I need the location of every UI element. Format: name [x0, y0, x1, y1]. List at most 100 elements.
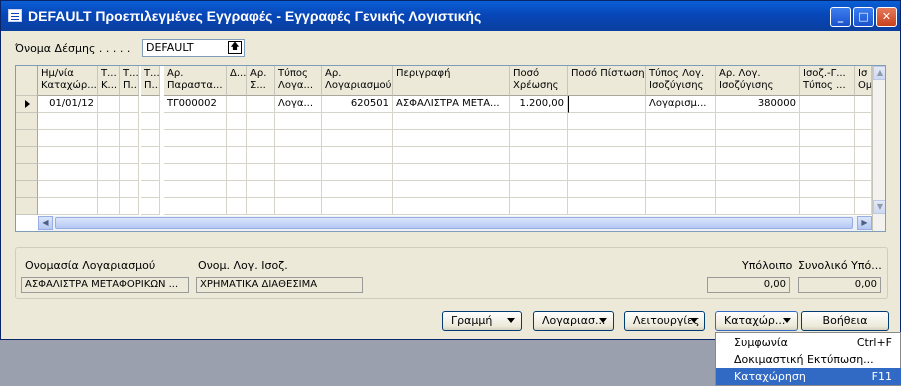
empty-cell[interactable] [716, 198, 800, 215]
empty-cell[interactable] [510, 198, 568, 215]
cell-doc-no[interactable]: ΤΓ000002 [164, 96, 227, 113]
account-button[interactable]: Λογαριασ... [533, 311, 614, 331]
empty-cell[interactable] [568, 198, 646, 215]
empty-cell[interactable] [164, 113, 227, 130]
scroll-right-icon[interactable]: ▶ [857, 216, 872, 230]
empty-cell[interactable] [38, 164, 98, 181]
empty-cell[interactable] [247, 147, 275, 164]
column-header-p2[interactable]: Τ... Π... [141, 66, 160, 96]
empty-cell[interactable] [855, 164, 872, 181]
row-selector[interactable] [16, 164, 38, 181]
empty-cell[interactable] [38, 147, 98, 164]
column-header-ext-no[interactable]: Αρ. Σ... [247, 66, 275, 96]
empty-cell[interactable] [855, 181, 872, 198]
cell-p2[interactable] [141, 96, 160, 113]
empty-cell[interactable] [716, 164, 800, 181]
cell-account-no[interactable]: 620501 [322, 96, 393, 113]
column-header-extra[interactable]: Ισ Ομ [855, 66, 872, 96]
empty-cell[interactable] [120, 181, 139, 198]
batch-name-input[interactable]: DEFAULT 🡅 [142, 39, 245, 57]
cell-extra[interactable] [855, 96, 872, 113]
column-header-bal-gen-posting[interactable]: Ισοζ.-Γ... Τύπος ... [800, 66, 855, 96]
row-selector[interactable] [16, 147, 38, 164]
empty-cell[interactable] [164, 198, 227, 215]
scroll-thumb[interactable] [55, 217, 853, 229]
empty-cell[interactable] [322, 147, 393, 164]
empty-cell[interactable] [322, 113, 393, 130]
empty-cell[interactable] [800, 198, 855, 215]
empty-cell[interactable] [393, 130, 510, 147]
menu-item-reconcile[interactable]: Συμφωνία Ctrl+F [716, 334, 901, 351]
empty-cell[interactable] [141, 147, 160, 164]
row-selector[interactable] [16, 130, 38, 147]
empty-cell[interactable] [393, 147, 510, 164]
empty-cell[interactable] [247, 113, 275, 130]
horizontal-scrollbar[interactable]: ◀ ▶ [38, 216, 872, 231]
empty-cell[interactable] [120, 198, 139, 215]
empty-cell[interactable] [164, 130, 227, 147]
empty-cell[interactable] [716, 113, 800, 130]
empty-cell[interactable] [716, 147, 800, 164]
empty-cell[interactable] [98, 113, 120, 130]
empty-cell[interactable] [393, 181, 510, 198]
scroll-down-icon[interactable]: ▼ [873, 200, 885, 214]
column-header-debit-amount[interactable]: Ποσό Χρέωσης [510, 66, 568, 96]
empty-cell[interactable] [646, 147, 716, 164]
empty-cell[interactable] [855, 113, 872, 130]
empty-cell[interactable] [227, 113, 247, 130]
empty-cell[interactable] [227, 198, 247, 215]
empty-cell[interactable] [164, 181, 227, 198]
column-header-bal-account-no[interactable]: Αρ. Λογ. Ισοζύγισης [716, 66, 800, 96]
empty-cell[interactable] [120, 113, 139, 130]
row-selector[interactable] [16, 96, 38, 113]
vertical-scrollbar[interactable]: ▲ ▼ [872, 66, 885, 231]
empty-cell[interactable] [164, 147, 227, 164]
empty-cell[interactable] [120, 130, 139, 147]
empty-cell[interactable] [275, 130, 322, 147]
empty-cell[interactable] [646, 198, 716, 215]
empty-cell[interactable] [227, 181, 247, 198]
column-header-doc-type[interactable]: Τ... Κ... [98, 66, 120, 96]
empty-cell[interactable] [98, 164, 120, 181]
empty-cell[interactable] [800, 147, 855, 164]
column-header-credit-amount[interactable]: Ποσό Πίστωσης [568, 66, 646, 96]
empty-cell[interactable] [510, 181, 568, 198]
empty-cell[interactable] [275, 164, 322, 181]
lookup-button[interactable]: 🡅 [228, 41, 242, 54]
empty-cell[interactable] [275, 181, 322, 198]
empty-cell[interactable] [98, 130, 120, 147]
empty-cell[interactable] [568, 147, 646, 164]
empty-cell[interactable] [38, 130, 98, 147]
row-selector[interactable] [16, 198, 38, 215]
cell-debit-amount[interactable]: 1.200,00 [510, 96, 568, 113]
empty-cell[interactable] [646, 113, 716, 130]
functions-button[interactable]: Λειτουργίες [624, 311, 705, 331]
empty-cell[interactable] [247, 198, 275, 215]
empty-cell[interactable] [322, 198, 393, 215]
cell-posting-date[interactable]: 01/01/12 [38, 96, 98, 113]
empty-cell[interactable] [227, 147, 247, 164]
empty-cell[interactable] [322, 181, 393, 198]
empty-cell[interactable] [646, 130, 716, 147]
empty-cell[interactable] [275, 113, 322, 130]
empty-cell[interactable] [247, 181, 275, 198]
line-button[interactable]: Γραμμή [442, 311, 522, 331]
empty-cell[interactable] [568, 164, 646, 181]
column-header-account-no[interactable]: Αρ. Λογαριασμού [322, 66, 393, 96]
empty-cell[interactable] [38, 113, 98, 130]
empty-cell[interactable] [275, 198, 322, 215]
empty-cell[interactable] [98, 198, 120, 215]
empty-cell[interactable] [568, 130, 646, 147]
empty-cell[interactable] [510, 147, 568, 164]
cell-bal-gen-posting[interactable] [800, 96, 855, 113]
empty-cell[interactable] [38, 198, 98, 215]
empty-cell[interactable] [800, 113, 855, 130]
cell-d[interactable] [227, 96, 247, 113]
column-header-d[interactable]: Δ... [227, 66, 247, 96]
empty-cell[interactable] [141, 181, 160, 198]
title-bar[interactable]: DEFAULT Προεπιλεγμένες Εγγραφές - Εγγραφ… [1, 1, 900, 31]
empty-cell[interactable] [98, 181, 120, 198]
row-selector[interactable] [16, 113, 38, 130]
help-button[interactable]: Βοήθεια [801, 311, 889, 331]
empty-cell[interactable] [393, 113, 510, 130]
